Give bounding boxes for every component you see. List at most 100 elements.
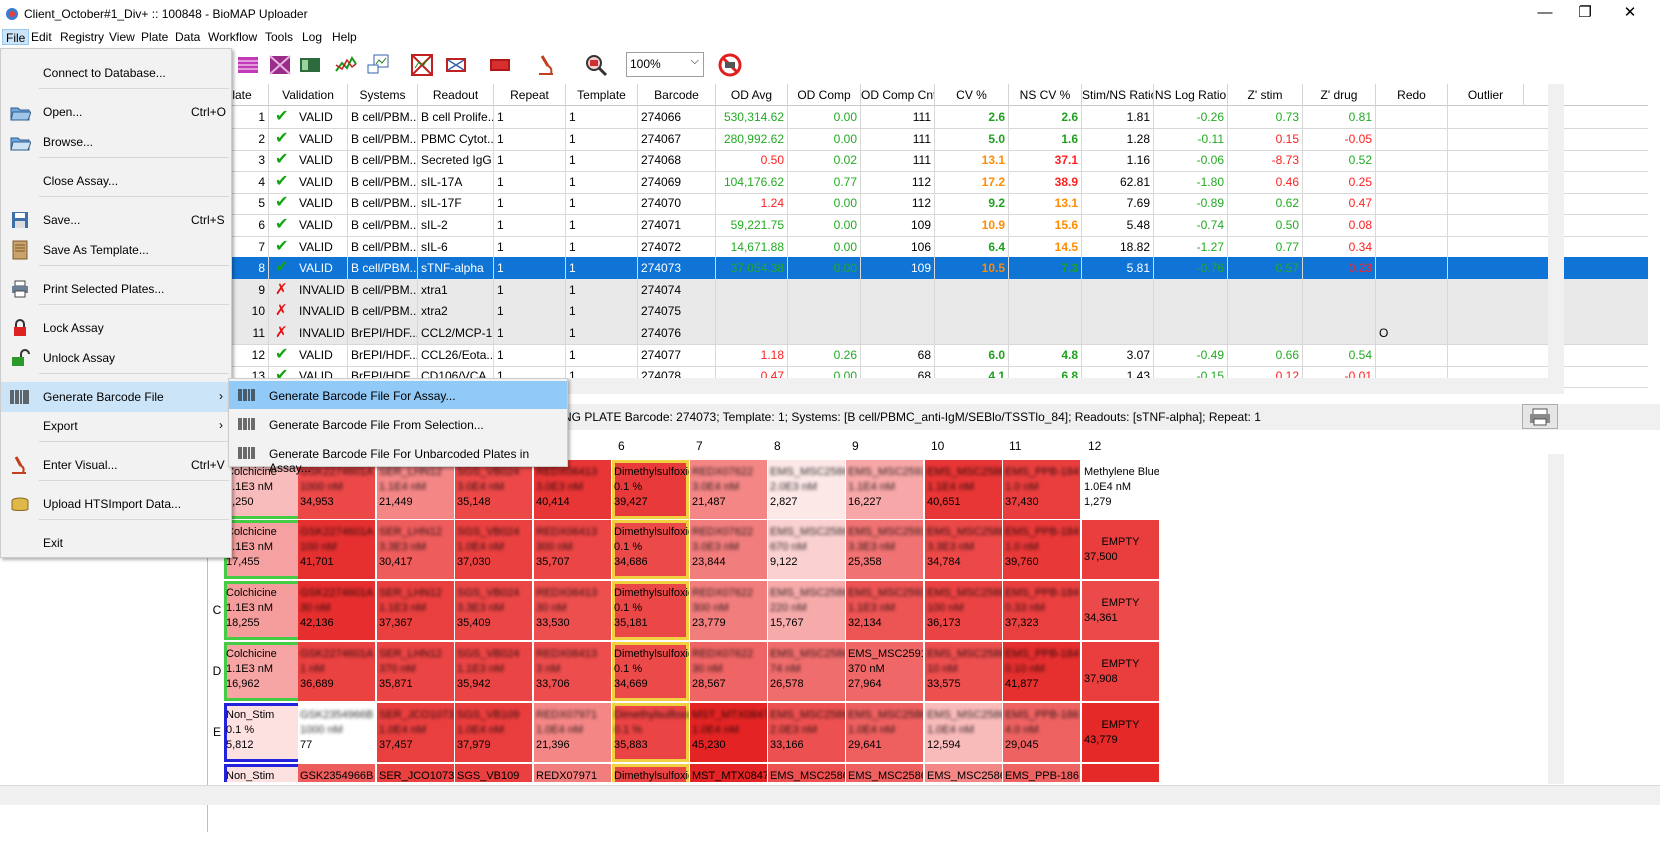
file-menu-item-save[interactable]: Save... Ctrl+S: [1, 205, 231, 235]
menu-plate[interactable]: Plate: [138, 29, 171, 45]
plate-well[interactable]: EMS_MSC25912 370 nM 27,964: [846, 642, 924, 702]
col-header-z-stim[interactable]: Z' stim: [1228, 84, 1303, 106]
file-menu-item-print-selected-plates[interactable]: Print Selected Plates...: [1, 274, 231, 304]
col-header-od-comp-cnt[interactable]: OD Comp Cnt: [861, 84, 935, 106]
table-row[interactable]: 11 ✗ INVALID BrEPI/HDF... CCL2/MCP-1 1 1 274076…: [208, 322, 1648, 345]
plate-well[interactable]: Dimethylsulfoxide 0.1 % 35,883: [612, 703, 690, 763]
plate-well[interactable]: GSK2354966B 1000 nM 77: [298, 703, 376, 763]
table-row[interactable]: 12 ✔ VALID BrEPI/HDF... CCL26/Eota... 1 1 27407…: [208, 343, 1648, 367]
plate-well[interactable]: REDX06413 30 nM 33,530: [534, 581, 612, 641]
file-menu-item-upload-htsimport-data[interactable]: Upload HTSImport Data...: [1, 489, 231, 519]
zoom-select[interactable]: 100% ⌵: [626, 52, 704, 77]
plate-pattern-icon[interactable]: [268, 53, 292, 77]
plate-well[interactable]: EMPTY 43,779: [1082, 703, 1160, 763]
file-menu-item-unlock-assay[interactable]: Unlock Assay: [1, 343, 231, 373]
plate-well[interactable]: SGS_VB109 1.0E4 nM 37,979: [455, 703, 533, 763]
plate-well[interactable]: SGS_VB109: [455, 764, 533, 782]
plate-dark-icon[interactable]: [298, 53, 322, 77]
minimize-button[interactable]: —: [1530, 3, 1560, 23]
col-header-outlier[interactable]: Outlier: [1448, 84, 1524, 106]
print-button[interactable]: [1522, 404, 1558, 429]
plate-well[interactable]: EMS_MSC25912 1.1E4 nM 16,227: [846, 460, 924, 520]
plate-well[interactable]: SER_LHN12 3.3E3 nM 30,417: [377, 520, 455, 580]
plate-well[interactable]: MST_MTX08479: [690, 764, 768, 782]
col-header-template[interactable]: Template: [566, 84, 638, 106]
plate-well[interactable]: EMS_MSC25860: [925, 764, 1003, 782]
file-menu-item-browse[interactable]: Browse...: [1, 127, 231, 157]
file-menu-item-open[interactable]: Open... Ctrl+O: [1, 97, 231, 127]
exclude-plate-icon[interactable]: [410, 53, 434, 77]
menu-view[interactable]: View: [106, 29, 138, 45]
plate-well[interactable]: REDX07622 30 nM 28,567: [690, 642, 768, 702]
plate-well[interactable]: REDX07622 3.0E4 nM 21,487: [690, 460, 768, 520]
plate-well[interactable]: EMS_MSC25864 670 nM 9,122: [768, 520, 846, 580]
menu-registry[interactable]: Registry: [57, 29, 107, 45]
plate-well[interactable]: EMS_PPB-184 0.10 nM 41,877: [1003, 642, 1081, 702]
plate-well[interactable]: Dimethylsulfoxide 0.1 % 35,181: [612, 581, 690, 641]
plate-well[interactable]: EMS_PPB-184 0.33 nM 37,323: [1003, 581, 1081, 641]
menu-edit[interactable]: Edit: [28, 29, 55, 45]
col-header-cv-[interactable]: CV %: [935, 84, 1009, 106]
plate-well[interactable]: GSK2354966B: [298, 764, 376, 782]
plate-well[interactable]: EMS_PPB-186: [1003, 764, 1081, 782]
plate-well[interactable]: EMS_MSC25864 220 nM 15,767: [768, 581, 846, 641]
menu-help[interactable]: Help: [329, 29, 360, 45]
plate-well[interactable]: GSK2274601A 100 nM 41,701: [298, 520, 376, 580]
barcode-submenu-item[interactable]: Generate Barcode File For Unbarcoded Pla…: [229, 439, 567, 475]
plate-well[interactable]: REDX06413 3 nM 33,706: [534, 642, 612, 702]
table-row[interactable]: 8 ✔ VALID B cell/PBM... sTNF-alpha 1 1 274073 37…: [208, 257, 1648, 281]
red-plate-icon[interactable]: [488, 53, 512, 77]
table-row[interactable]: 6 ✔ VALID B cell/PBM... sIL-2 1 1 274071 59,221.…: [208, 214, 1648, 237]
microscope-icon[interactable]: [534, 53, 558, 77]
col-header-redo[interactable]: Redo: [1376, 84, 1448, 106]
plate-well[interactable]: EMS_MSC25864 74 nM 26,578: [768, 642, 846, 702]
col-header-stim-ns-ratio[interactable]: Stim/NS Ratio: [1082, 84, 1154, 106]
plate-well[interactable]: EMS_MSC25864 2.0E3 nM 2,827: [768, 460, 846, 520]
plate-well[interactable]: MST_MTX08479 1.0E4 nM 45,230: [690, 703, 768, 763]
zoom-search-icon[interactable]: [584, 53, 608, 77]
plate-cross-icon[interactable]: [444, 53, 468, 77]
plate-vertical-scrollbar[interactable]: [1548, 454, 1564, 784]
plate-well[interactable]: EMS_MSC25887 1.1E4 nM 40,651: [925, 460, 1003, 520]
col-header-barcode[interactable]: Barcode: [638, 84, 716, 106]
file-menu-item-save-as-template[interactable]: Save As Template...: [1, 235, 231, 265]
plate-well[interactable]: Colchicine 1.1E3 nM 16,962: [224, 642, 302, 702]
plate-well[interactable]: EMS_MSC25864 2.0E3 nM 33,166: [768, 703, 846, 763]
table-row[interactable]: 3 ✔ VALID B cell/PBM... Secreted IgG 1 1 274068…: [208, 149, 1648, 173]
col-header-validation[interactable]: Validation: [269, 84, 348, 106]
plate-well[interactable]: Dimethylsulfoxide 0.1 % 34,686: [612, 520, 690, 580]
table-row[interactable]: 4 ✔ VALID B cell/PBM... sIL-17A 1 1 274069 104,1…: [208, 170, 1648, 194]
plate-well[interactable]: EMS_MSC25912 1.1E3 nM 32,134: [846, 581, 924, 641]
plate-well[interactable]: EMS_MSC25912 3.3E3 nM 25,358: [846, 520, 924, 580]
restore-button[interactable]: ❐: [1570, 3, 1600, 23]
plate-well[interactable]: EMS_MSC25887 10 nM 33,575: [925, 642, 1003, 702]
plate-well[interactable]: Dimethylsulfoxide 0.1 % 34,669: [612, 642, 690, 702]
plate-well[interactable]: SGS_VB024 1.1E3 nM 35,942: [455, 642, 533, 702]
menu-data[interactable]: Data: [172, 29, 203, 45]
chart-window-icon[interactable]: [366, 53, 390, 77]
table-row[interactable]: 5 ✔ VALID B cell/PBM... sIL-17F 1 1 274070 1.24 0…: [208, 192, 1648, 216]
plate-well[interactable]: SER_LHN12 1.1E3 nM 37,367: [377, 581, 455, 641]
col-header-ns-log-ratio[interactable]: NS Log Ratio: [1154, 84, 1228, 106]
file-menu-item-lock-assay[interactable]: Lock Assay: [1, 313, 231, 343]
plate-well[interactable]: REDX07971 1.0E4 nM 21,396: [534, 703, 612, 763]
plate-well[interactable]: Dimethylsulfoxide 0.1 % 39,427: [612, 460, 690, 520]
plate-well[interactable]: EMS_MSC25861 1.0E4 nM 29,641: [846, 703, 924, 763]
chart-line-icon[interactable]: [334, 53, 358, 77]
plate-well[interactable]: REDX07971: [534, 764, 612, 782]
plate-well[interactable]: EMPTY 34,361: [1082, 581, 1160, 641]
table-row[interactable]: 1 ✔ VALID B cell/PBM... B cell Prolife... 1 1 2…: [208, 106, 1648, 129]
col-header-readout[interactable]: Readout: [418, 84, 494, 106]
plate-well[interactable]: SER_JCO1073: [377, 764, 455, 782]
table-row[interactable]: 10 ✗ INVALID B cell/PBM... xtra2 1 1 274075: [208, 300, 1648, 324]
plate-well[interactable]: REDX06413 300 nM 35,707: [534, 520, 612, 580]
plate-well[interactable]: EMS_PPB-184 1.0 nM 37,430: [1003, 460, 1081, 520]
plate-well[interactable]: EMS_MSC25861: [846, 764, 924, 782]
plate-well[interactable]: GSK2274601A 1 nM 36,689: [298, 642, 376, 702]
col-header-ns-cv-[interactable]: NS CV %: [1009, 84, 1082, 106]
plate-well[interactable]: Non_Stim 0.1 % 5,812: [224, 703, 302, 763]
plate-well[interactable]: EMS_PPB-186 4.0 nM 29,045: [1003, 703, 1081, 763]
plate-well[interactable]: Methylene Blue 1.0E4 nM 1,279: [1082, 460, 1160, 520]
menu-tools[interactable]: Tools: [262, 29, 296, 45]
plate-well[interactable]: [1082, 764, 1160, 782]
